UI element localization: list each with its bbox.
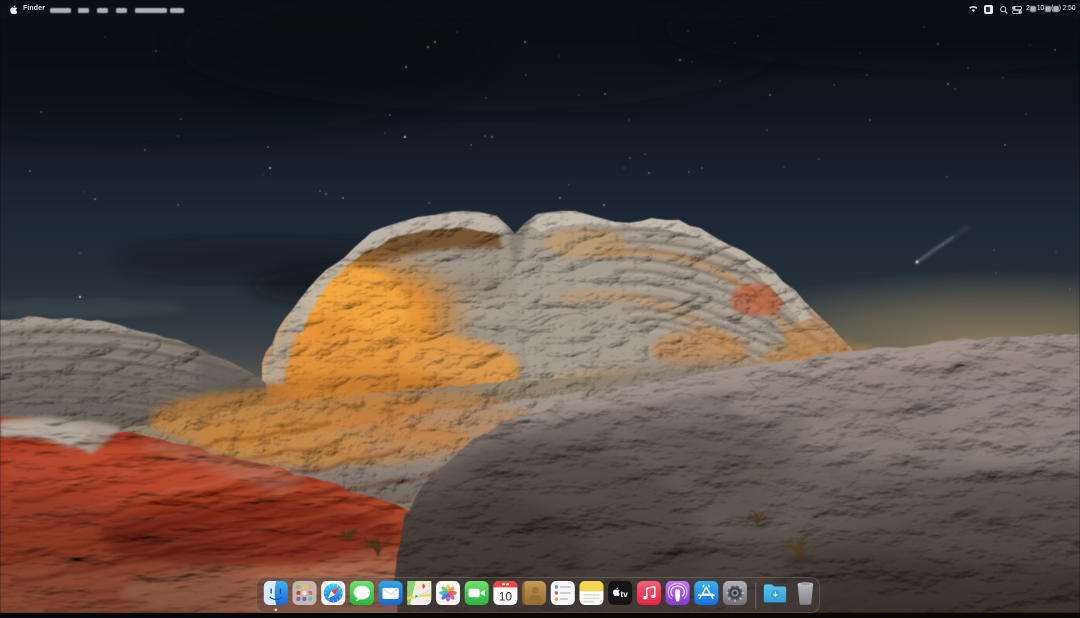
svg-text:10: 10 xyxy=(499,590,513,604)
svg-text:tv: tv xyxy=(620,589,628,599)
